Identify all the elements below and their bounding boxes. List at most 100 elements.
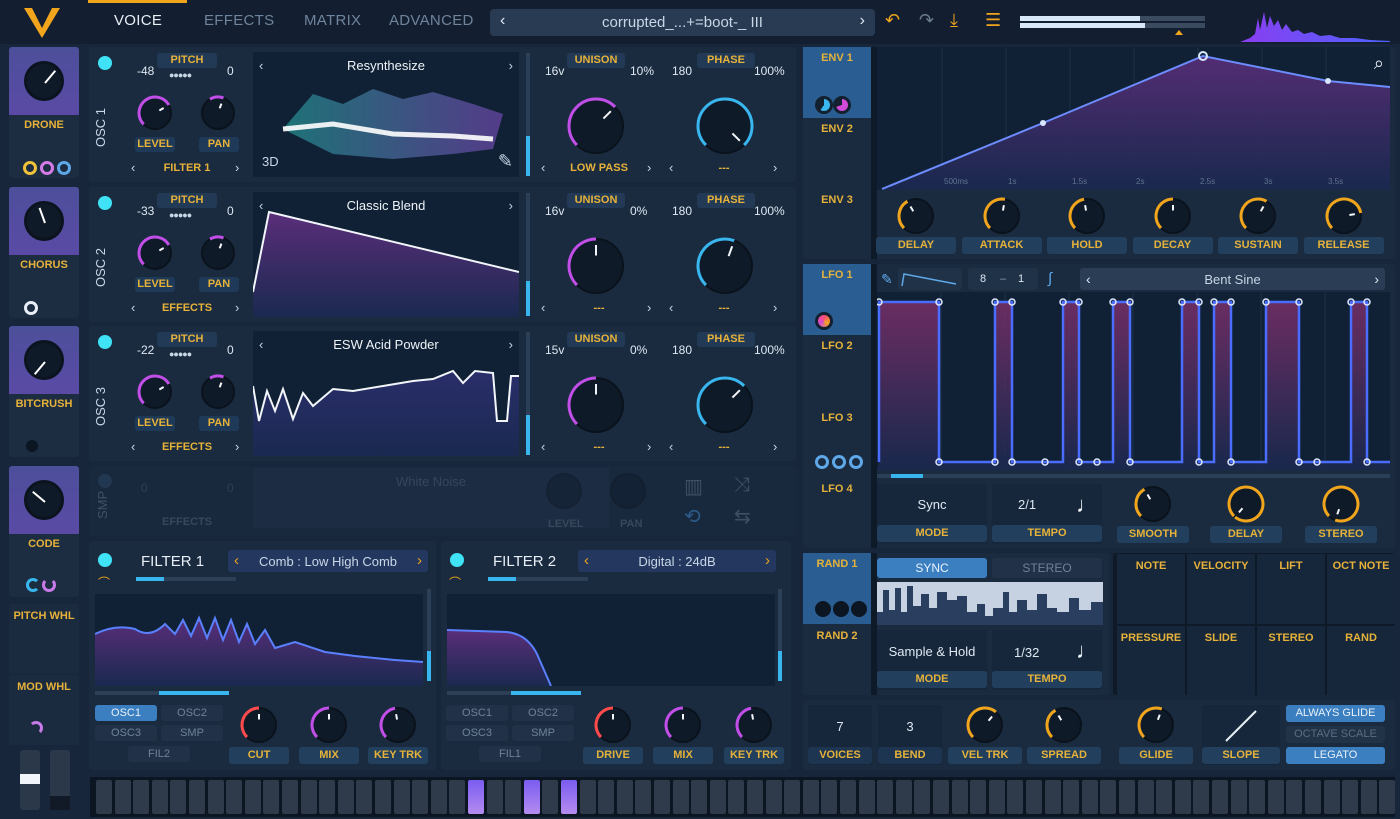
piano-key[interactable] [189, 780, 205, 814]
filter1-key-trk-knob[interactable] [379, 706, 417, 749]
piano-key[interactable] [1044, 780, 1061, 814]
wavetable-next-icon[interactable]: › [509, 58, 513, 73]
mod-source-velocity[interactable]: VELOCITY [1187, 554, 1255, 624]
piano-key[interactable] [598, 780, 615, 814]
filter1-mix-knob[interactable] [310, 706, 348, 749]
rand-mod-icon[interactable] [851, 601, 867, 617]
rand-mod-icon[interactable] [815, 601, 831, 617]
unison-knob[interactable] [567, 97, 625, 160]
rand-stereo-button[interactable]: STEREO [992, 558, 1102, 578]
piano-key[interactable] [505, 780, 522, 814]
macro-drone-knob[interactable] [24, 61, 64, 101]
mod-ring-icon[interactable] [23, 161, 37, 175]
loop-icon[interactable]: ⟲ [684, 504, 701, 529]
phase-random-value[interactable]: 100% [754, 64, 785, 78]
mod-ring-icon[interactable] [57, 161, 71, 175]
bounce-icon[interactable]: ⇆ [734, 504, 751, 529]
piano-key[interactable] [802, 780, 819, 814]
piano-key[interactable] [1360, 780, 1377, 814]
lfo-mode-box[interactable]: Sync MODE [877, 484, 987, 544]
mode-next-icon[interactable]: › [647, 160, 651, 175]
filter2-blend-slider[interactable] [488, 577, 588, 581]
osc-level-slider[interactable] [526, 332, 530, 455]
legato-button[interactable]: LEGATO [1286, 747, 1385, 764]
unison-knob[interactable] [567, 376, 625, 439]
piano-key[interactable] [1193, 780, 1210, 814]
mod-ring-icon[interactable] [40, 161, 54, 175]
filter2-enable-toggle[interactable] [450, 553, 464, 567]
piano-key[interactable] [114, 780, 131, 814]
lfo-tempo-box[interactable]: 2/1 ♩ TEMPO [992, 484, 1102, 544]
piano-key[interactable] [430, 780, 447, 814]
grid-x[interactable]: 8 [980, 273, 986, 285]
mode-next-icon[interactable]: › [647, 439, 651, 454]
tab-matrix[interactable]: MATRIX [304, 12, 361, 29]
rand-mod-icon[interactable] [833, 601, 849, 617]
osc-level-knob[interactable] [137, 374, 173, 415]
osc-enable-toggle[interactable] [98, 196, 112, 210]
unison-knob[interactable] [567, 237, 625, 300]
piano-key[interactable] [895, 780, 912, 814]
piano-key[interactable] [691, 780, 708, 814]
redo-icon[interactable]: ↷ [919, 10, 934, 31]
octave-scale-button[interactable]: OCTAVE SCALE [1286, 726, 1385, 743]
piano-key[interactable] [523, 780, 540, 814]
piano-key[interactable] [319, 780, 336, 814]
zoom-icon[interactable]: ⌕ [1374, 53, 1384, 74]
phase-random-value[interactable]: 100% [754, 204, 785, 218]
piano-key[interactable] [1305, 780, 1321, 814]
piano-key[interactable] [244, 780, 261, 814]
tab-env-2[interactable]: ENV 2 [803, 123, 871, 135]
grid-y[interactable]: 1 [1018, 273, 1024, 285]
osc-enable-toggle[interactable] [98, 56, 112, 70]
piano-key[interactable] [784, 780, 801, 814]
piano-key[interactable] [877, 780, 894, 814]
piano-key[interactable] [970, 780, 987, 814]
osc-spectral-mode[interactable]: --- [559, 302, 639, 314]
filter1-response-graph[interactable] [95, 594, 423, 686]
macro-bitcrush-knob[interactable] [24, 340, 64, 380]
piano-key[interactable] [468, 780, 484, 814]
piano-key[interactable] [1267, 780, 1284, 814]
pitch-transpose-value[interactable]: -33 [137, 204, 154, 218]
pitch-tune-value[interactable]: 0 [227, 64, 234, 78]
filter1-source-osc1[interactable]: OSC1 [95, 705, 157, 721]
low-shelf-icon[interactable]: ⌒ [98, 574, 110, 591]
piano-key[interactable] [821, 780, 838, 814]
piano-key[interactable] [226, 780, 243, 814]
pitch-tune-value[interactable]: 0 [227, 343, 234, 357]
unison-detune[interactable]: 10% [630, 64, 654, 78]
filter1-type-selector[interactable]: ‹ Comb : Low High Comb › [228, 550, 428, 572]
tab-env-3[interactable]: ENV 3 [803, 194, 871, 206]
piano-key[interactable] [375, 780, 391, 814]
preset-next-icon[interactable]: › [860, 12, 865, 30]
tab-advanced[interactable]: ADVANCED [389, 12, 474, 29]
osc-level-knob[interactable] [137, 95, 173, 136]
tab-lfo-2[interactable]: LFO 2 [803, 340, 871, 352]
shape-next-icon[interactable]: › [1374, 271, 1379, 287]
env-hold-knob[interactable] [1068, 197, 1106, 240]
filter2-source-fil1[interactable]: FIL1 [479, 746, 541, 762]
piano-key[interactable] [1379, 780, 1396, 814]
pitch-tune-value[interactable]: 0 [227, 204, 234, 218]
piano-key[interactable] [635, 780, 652, 814]
piano-key[interactable] [1174, 780, 1191, 814]
piano-key[interactable] [1119, 780, 1135, 814]
low-shelf-icon[interactable]: ⌒ [449, 574, 461, 591]
filter2-drive-knob[interactable] [594, 706, 632, 749]
filter1-source-smp[interactable]: SMP [161, 725, 223, 741]
distortion-next-icon[interactable]: › [773, 439, 777, 454]
piano-key[interactable] [449, 780, 466, 814]
mod-source-stereo[interactable]: STEREO [1257, 626, 1325, 696]
mod-ring-icon[interactable] [24, 301, 38, 315]
filter-type-next-icon[interactable]: › [417, 552, 422, 569]
osc-pan-knob[interactable] [200, 374, 236, 415]
piano-key[interactable] [1156, 780, 1173, 814]
piano-key[interactable] [1063, 780, 1080, 814]
piano-key[interactable] [1286, 780, 1303, 814]
piano-key[interactable] [951, 780, 968, 814]
piano-key[interactable] [1007, 780, 1024, 814]
bend-box[interactable]: 3 BEND [878, 705, 942, 765]
smp-pitch-right[interactable]: 0 [227, 481, 234, 495]
pitch-dots-icon[interactable]: ●●●●● [169, 70, 192, 80]
